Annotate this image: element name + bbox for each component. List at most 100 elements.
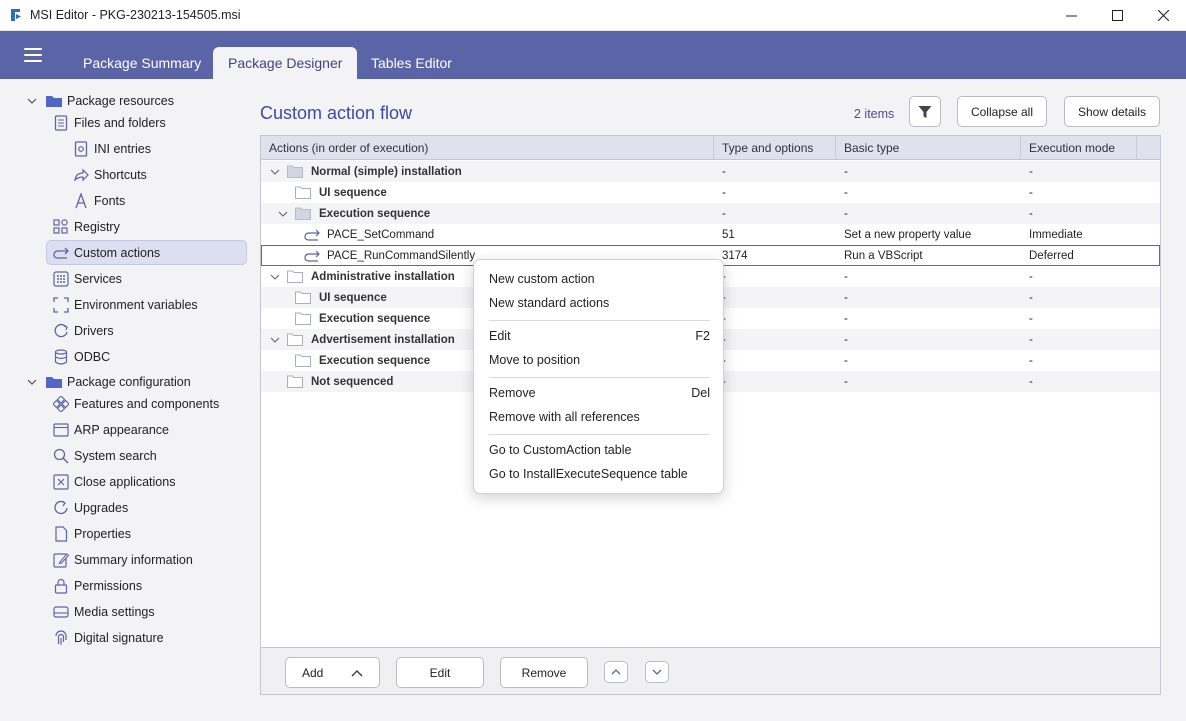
column-header-execution-mode[interactable]: Execution mode: [1021, 136, 1137, 160]
maximize-button[interactable]: [1094, 0, 1140, 31]
row-type: -: [722, 207, 726, 220]
sidebar-item-shortcuts[interactable]: Shortcuts: [72, 162, 147, 187]
menu-item-remove[interactable]: Remove Del: [489, 382, 710, 404]
table-row[interactable]: UI sequence - - -: [261, 182, 1160, 203]
row-execution-mode: -: [1029, 186, 1033, 199]
row-basic-type: Set a new property value: [844, 228, 972, 241]
hamburger-menu-icon[interactable]: [24, 48, 42, 62]
sidebar-item-environment-variables[interactable]: Environment variables: [52, 292, 198, 317]
sidebar-item-odbc[interactable]: ODBC: [52, 344, 110, 369]
menu-item-label: New standard actions: [489, 296, 610, 310]
close-button[interactable]: [1140, 0, 1186, 31]
row-basic-type: Run a VBScript: [844, 249, 923, 262]
folder-outline-icon: [295, 312, 311, 325]
table-row[interactable]: Normal (simple) installation - - -: [261, 161, 1160, 182]
row-execution-mode: -: [1029, 291, 1033, 304]
sidebar-item-features-and-components[interactable]: Features and components: [52, 391, 219, 416]
column-header-type[interactable]: Type and options: [714, 136, 836, 160]
table-row[interactable]: Execution sequence - - -: [261, 203, 1160, 224]
folder-icon: [45, 92, 63, 110]
row-execution-mode: -: [1029, 165, 1033, 178]
services-icon: [52, 270, 70, 288]
sidebar-item-fonts[interactable]: Fonts: [72, 188, 125, 213]
sidebar-item-summary-information[interactable]: Summary information: [52, 547, 193, 572]
summary-edit-icon: [52, 551, 70, 569]
chevron-down-icon[interactable]: [27, 96, 37, 106]
sidebar-item-media-settings[interactable]: Media settings: [52, 599, 155, 624]
menu-item-label: Go to InstallExecuteSequence table: [489, 467, 688, 481]
tab-package-summary[interactable]: Package Summary: [69, 47, 215, 79]
menu-item-edit[interactable]: Edit F2: [489, 325, 710, 347]
window-title: MSI Editor - PKG-230213-154505.msi: [30, 8, 241, 22]
sidebar-item-label: Properties: [74, 526, 131, 541]
sidebar-item-files-and-folders[interactable]: Files and folders: [52, 110, 166, 135]
arrow-down-circle-icon: [652, 669, 662, 675]
move-up-button[interactable]: [604, 661, 628, 683]
menu-item-label: Remove: [489, 386, 536, 400]
move-down-button[interactable]: [645, 661, 669, 683]
minimize-button[interactable]: [1048, 0, 1094, 31]
sidebar-item-close-applications[interactable]: Close applications: [52, 469, 175, 494]
sidebar-item-system-search[interactable]: System search: [52, 443, 157, 468]
sidebar-item-label: Summary information: [74, 552, 193, 567]
column-header-actions[interactable]: Actions (in order of execution): [261, 136, 714, 160]
show-details-button[interactable]: Show details: [1064, 96, 1160, 127]
chevron-down-icon[interactable]: [278, 209, 288, 219]
menu-item-goto-installexecutesequence-table[interactable]: Go to InstallExecuteSequence table: [489, 463, 710, 485]
chevron-down-icon[interactable]: [270, 335, 280, 345]
sidebar-item-label: Package configuration: [67, 374, 191, 389]
row-type: -: [722, 186, 726, 199]
properties-icon: [52, 525, 70, 543]
row-execution-mode: Immediate: [1029, 228, 1083, 241]
sidebar-item-properties[interactable]: Properties: [52, 521, 131, 546]
sidebar-item-registry[interactable]: Registry: [52, 214, 120, 239]
row-name: Normal (simple) installation: [311, 165, 462, 178]
remove-button[interactable]: Remove: [500, 657, 588, 688]
row-basic-type: -: [844, 375, 848, 388]
maximize-icon: [1111, 10, 1123, 21]
folder-outline-icon: [295, 354, 311, 367]
collapse-all-button[interactable]: Collapse all: [957, 96, 1047, 127]
menu-item-move-to-position[interactable]: Move to position: [489, 349, 710, 371]
folder-outline-icon: [295, 186, 311, 199]
sidebar-item-digital-signature[interactable]: Digital signature: [52, 625, 164, 650]
features-icon: [52, 395, 70, 413]
page-title: Custom action flow: [260, 103, 413, 123]
row-name: Not sequenced: [311, 375, 394, 388]
tab-tables-editor[interactable]: Tables Editor: [357, 47, 466, 79]
shortcut-icon: [72, 166, 90, 184]
arrow-up-circle-icon: [611, 669, 621, 675]
sidebar-item-label: Shortcuts: [94, 167, 147, 182]
add-button[interactable]: Add: [285, 657, 380, 688]
menu-item-remove-with-references[interactable]: Remove with all references: [489, 406, 710, 428]
sidebar-item-drivers[interactable]: Drivers: [52, 318, 114, 343]
table-header: Actions (in order of execution) Type and…: [261, 136, 1160, 160]
menu-item-new-custom-action[interactable]: New custom action: [489, 268, 710, 290]
registry-icon: [52, 218, 70, 236]
column-header-basic-type[interactable]: Basic type: [836, 136, 1021, 160]
title-bar: MSI Editor - PKG-230213-154505.msi: [0, 0, 1186, 31]
folder-icon: [287, 165, 303, 178]
upgrade-icon: [52, 499, 70, 517]
media-icon: [52, 603, 70, 621]
chevron-down-icon[interactable]: [270, 167, 280, 177]
menu-item-new-standard-actions[interactable]: New standard actions: [489, 292, 710, 314]
row-basic-type: -: [844, 333, 848, 346]
close-icon: [1157, 10, 1169, 21]
tab-package-designer[interactable]: Package Designer: [213, 47, 358, 79]
edit-button[interactable]: Edit: [396, 657, 484, 688]
chevron-down-icon[interactable]: [270, 272, 280, 282]
menu-item-label: Move to position: [489, 353, 581, 367]
filter-button[interactable]: [909, 96, 941, 127]
row-name: Execution sequence: [319, 354, 431, 367]
sidebar-item-ini-entries[interactable]: INI entries: [72, 136, 151, 161]
sidebar-item-custom-actions[interactable]: Custom actions: [46, 240, 247, 265]
sidebar-item-services[interactable]: Services: [52, 266, 122, 291]
row-basic-type: -: [844, 354, 848, 367]
chevron-down-icon[interactable]: [27, 377, 37, 387]
sidebar-item-arp-appearance[interactable]: ARP appearance: [52, 417, 169, 442]
sidebar-item-upgrades[interactable]: Upgrades: [52, 495, 128, 520]
menu-item-goto-customaction-table[interactable]: Go to CustomAction table: [489, 439, 710, 461]
table-row[interactable]: PACE_SetCommand 51 Set a new property va…: [261, 224, 1160, 245]
sidebar-item-permissions[interactable]: Permissions: [52, 573, 142, 598]
